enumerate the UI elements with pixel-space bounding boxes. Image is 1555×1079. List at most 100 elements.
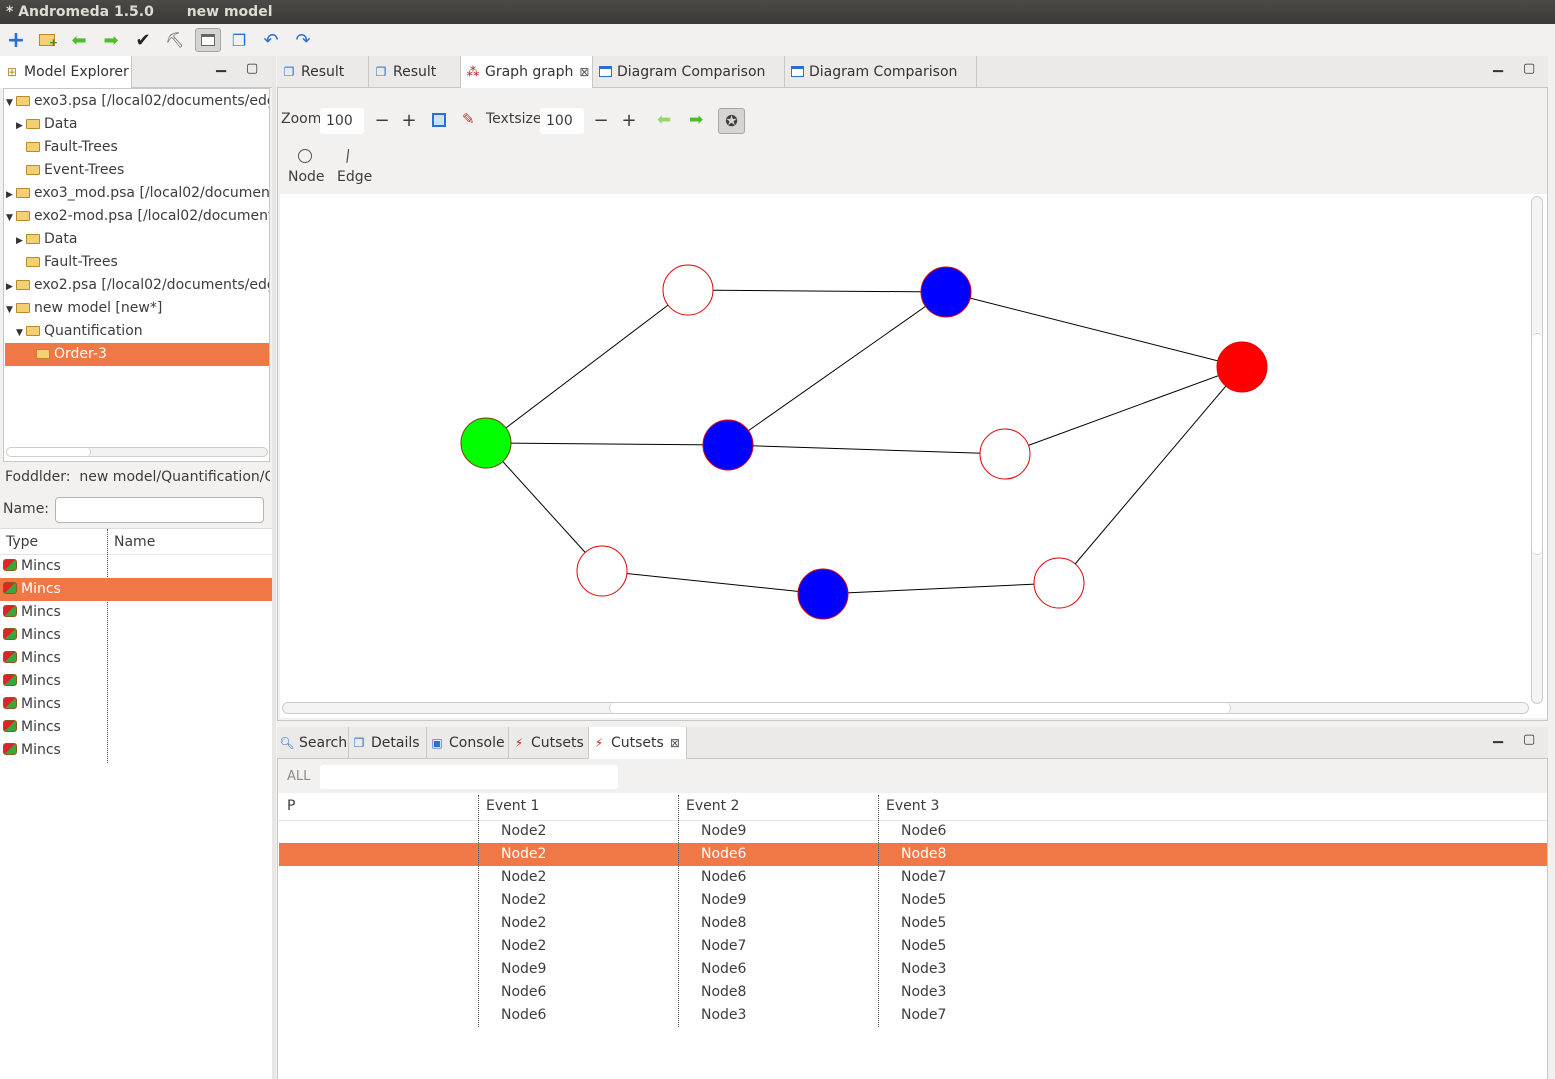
table-row[interactable]: Node2 Node9 Node6 <box>279 820 1547 843</box>
graph-node[interactable] <box>979 428 1031 480</box>
close-icon[interactable]: ⊠ <box>579 65 589 79</box>
tab-model-explorer[interactable]: ⊞ Model Explorer <box>0 56 132 88</box>
expanded-arrow-icon[interactable]: ▼ <box>6 299 16 322</box>
window-icon[interactable] <box>195 28 221 52</box>
edge-tool-label[interactable]: Edge <box>337 169 372 185</box>
graph-edge[interactable] <box>687 289 947 293</box>
tab-search[interactable]: 🔍︎ Search <box>277 727 349 758</box>
minimize-icon[interactable]: ▁ <box>1493 729 1503 744</box>
back-arrow-icon[interactable]: ⬅ <box>657 110 671 130</box>
graph-node[interactable] <box>1033 557 1085 609</box>
collapsed-arrow-icon[interactable]: ▶ <box>16 115 26 138</box>
collapsed-arrow-icon[interactable]: ▶ <box>16 230 26 253</box>
table-row[interactable]: Node6 Node3 Node7 <box>279 1004 1547 1027</box>
graph-canvas[interactable] <box>280 194 1547 718</box>
list-item[interactable]: Mincs <box>0 555 272 578</box>
tab-diagram-comparison[interactable]: Diagram Comparison <box>593 56 785 87</box>
vertical-splitter[interactable] <box>272 56 276 1079</box>
fit-view-icon[interactable] <box>432 113 446 127</box>
list-item[interactable]: Mincs <box>0 578 272 601</box>
col-header-event-2[interactable]: Event 2 <box>686 793 739 819</box>
minimize-icon[interactable]: ▁ <box>216 58 226 73</box>
tab-result[interactable]: ❐ Result <box>277 56 369 87</box>
graph-node[interactable] <box>702 419 754 471</box>
list-item[interactable]: Mincs <box>0 624 272 647</box>
tree-item[interactable]: ▼ exo2-mod.psa [/local02/documents/ <box>5 205 269 230</box>
list-item[interactable]: Mincs <box>0 739 272 762</box>
tree-item[interactable]: ▼ new model [new*] <box>5 297 162 320</box>
build-icon[interactable]: ⛏ <box>163 28 187 52</box>
graph-edge[interactable] <box>727 291 947 446</box>
list-item[interactable]: Mincs <box>0 601 272 624</box>
redo-icon[interactable]: ↷ <box>291 28 315 52</box>
tab-details[interactable]: ❐ Details <box>349 727 427 758</box>
graph-edge[interactable] <box>485 442 603 572</box>
graph-edge[interactable] <box>945 291 1243 368</box>
tab-cutsets[interactable]: ⚡︎ Cutsets <box>509 727 589 758</box>
graph-node[interactable] <box>662 264 714 316</box>
tab-result[interactable]: ❐ Result <box>369 56 461 87</box>
filter-input[interactable] <box>320 765 618 789</box>
maximize-icon[interactable]: ▢ <box>246 61 258 76</box>
table-row[interactable]: Node2 Node9 Node5 <box>279 889 1547 912</box>
back-arrow-icon[interactable]: ⬅ <box>67 28 91 52</box>
tree-item[interactable]: Fault-Trees <box>5 136 118 159</box>
minimize-icon[interactable]: ▁ <box>1493 58 1503 73</box>
text-style-icon[interactable]: ✎ <box>462 110 475 128</box>
table-row[interactable]: Node9 Node6 Node3 <box>279 958 1547 981</box>
zoom-out-button[interactable]: − <box>372 108 392 134</box>
graph-edge[interactable] <box>822 582 1060 595</box>
maximize-icon[interactable]: ▢ <box>1523 732 1535 747</box>
zoom-in-button[interactable]: + <box>399 108 419 134</box>
table-row[interactable]: Node6 Node8 Node3 <box>279 981 1547 1004</box>
tree-item[interactable]: ▼ Quantification <box>5 320 143 343</box>
tab-console[interactable]: ▣ Console <box>427 727 509 758</box>
textsize-increase-button[interactable]: + <box>619 108 639 134</box>
layout-icon[interactable]: ✪ <box>718 108 745 134</box>
expanded-arrow-icon[interactable]: ▼ <box>16 322 26 345</box>
tab-cutsets[interactable]: ⚡︎ Cutsets ⊠ <box>589 727 687 759</box>
undo-icon[interactable]: ↶ <box>259 28 283 52</box>
col-name-header[interactable]: Name <box>114 529 155 555</box>
tab-diagram-comparison[interactable]: Diagram Comparison <box>785 56 977 87</box>
forward-arrow-icon[interactable]: ➡ <box>689 110 703 130</box>
graph-edge[interactable] <box>485 442 729 446</box>
explorer-hscrollbar[interactable] <box>6 447 268 457</box>
table-row[interactable]: Node2 Node7 Node5 <box>279 935 1547 958</box>
tree-item[interactable]: ▶ Data <box>5 113 77 136</box>
edge-tool-icon[interactable]: ∕ <box>343 146 352 166</box>
node-tool-label[interactable]: Node <box>288 169 325 185</box>
tree-item[interactable]: ▶ exo3_mod.psa [/local02/documents/ <box>5 182 269 205</box>
textsize-input[interactable]: 100 <box>540 108 584 134</box>
list-item[interactable]: Mincs <box>0 716 272 739</box>
tree-item[interactable]: Event-Trees <box>5 159 124 182</box>
graph-node[interactable] <box>1216 341 1268 393</box>
graph-edge[interactable] <box>727 444 1006 455</box>
expanded-arrow-icon[interactable]: ▼ <box>6 207 16 230</box>
graph-edge[interactable] <box>485 289 689 444</box>
graph-edge[interactable] <box>601 570 824 595</box>
tree-item[interactable]: Fault-Trees <box>5 251 118 274</box>
tree-item[interactable]: ▶ exo2.psa [/local02/documents/edger <box>5 274 269 297</box>
plus-icon[interactable]: + <box>4 28 28 53</box>
graph-hscrollbar[interactable] <box>282 702 1529 714</box>
graph-svg[interactable] <box>280 194 1530 704</box>
tree-item[interactable]: ▶ Data <box>5 228 77 251</box>
close-icon[interactable]: ⊠ <box>670 736 680 750</box>
zoom-input[interactable]: 100 <box>320 108 364 134</box>
node-tool-icon[interactable] <box>298 149 312 163</box>
col-header-event-3[interactable]: Event 3 <box>886 793 939 819</box>
graph-vscrollbar[interactable] <box>1531 196 1543 704</box>
list-item[interactable]: Mincs <box>0 670 272 693</box>
col-header-p[interactable]: P <box>287 793 295 819</box>
graph-node[interactable] <box>797 568 849 620</box>
maximize-icon[interactable]: ▢ <box>1523 61 1535 76</box>
folder-add-icon[interactable]: + <box>35 28 59 52</box>
col-type-header[interactable]: Type <box>6 529 38 555</box>
expanded-arrow-icon[interactable]: ▼ <box>6 92 16 115</box>
list-item[interactable]: Mincs <box>0 647 272 670</box>
tab-graph-graph[interactable]: ⁂ Graph graph ⊠ <box>461 56 593 88</box>
check-icon[interactable]: ✔ <box>131 28 155 52</box>
table-row[interactable]: Node2 Node6 Node7 <box>279 866 1547 889</box>
graph-edge[interactable] <box>1058 366 1243 584</box>
